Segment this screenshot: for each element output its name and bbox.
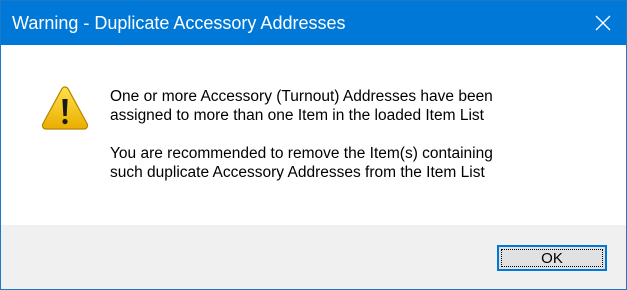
dialog-content: One or more Accessory (Turnout) Addresse… — [1, 45, 626, 225]
title-bar[interactable]: Warning - Duplicate Accessory Addresses — [1, 1, 626, 45]
dialog-title: Warning - Duplicate Accessory Addresses — [12, 13, 346, 33]
warning-dialog: Warning - Duplicate Accessory Addresses … — [0, 0, 627, 290]
message-text: One or more Accessory (Turnout) Addresse… — [110, 87, 610, 182]
close-icon — [595, 15, 611, 31]
warning-triangle-icon — [41, 86, 89, 130]
ok-button[interactable]: OK — [497, 245, 607, 271]
message-paragraph: You are recommended to remove the Item(s… — [110, 145, 493, 181]
ok-button-label: OK — [541, 249, 563, 267]
close-button[interactable] — [580, 1, 626, 45]
message-paragraph: One or more Accessory (Turnout) Addresse… — [110, 88, 493, 124]
button-bar: OK — [1, 225, 626, 289]
